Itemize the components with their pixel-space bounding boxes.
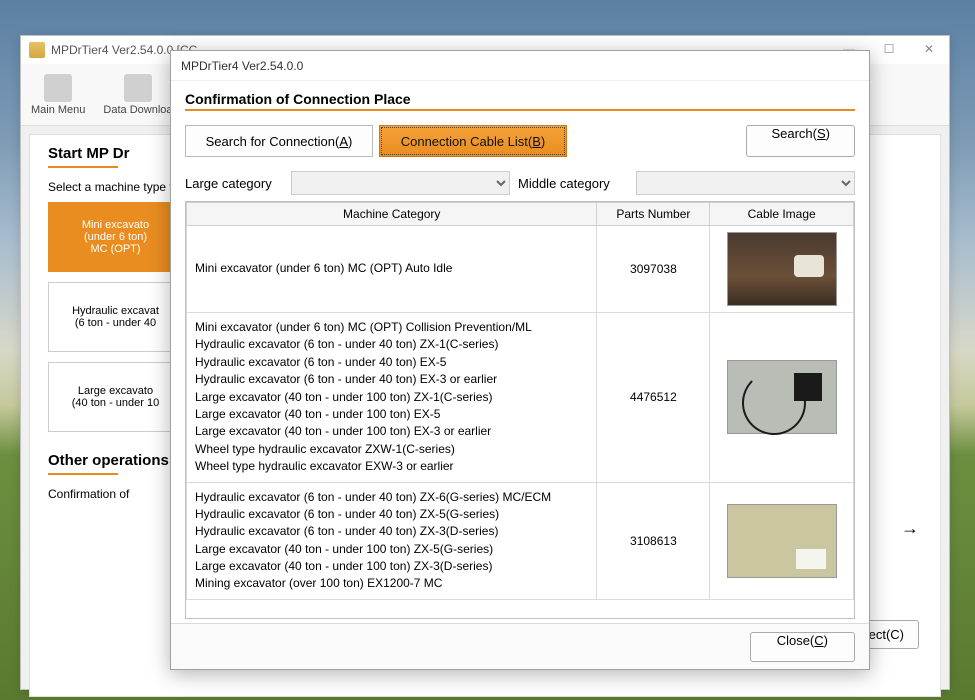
machine-category-line: Hydraulic excavator (6 ton - under 40 to… [195, 354, 588, 371]
cell-parts-number: 3108613 [597, 482, 710, 599]
machine-card-label: Mini excavato (under 6 ton) MC (OPT) [82, 219, 149, 255]
machine-category-list: Mini excavator (under 6 ton) MC (OPT) Au… [195, 260, 588, 277]
machine-category-line: Hydraulic excavator (6 ton - under 40 to… [195, 489, 588, 506]
cable-image-thumbnail[interactable] [727, 232, 837, 306]
cell-cable-image [710, 226, 854, 313]
cell-cable-image [710, 313, 854, 483]
toolbar-data-download-label: Data Downloa [103, 104, 172, 116]
tab-connection-cable-list[interactable]: Connection Cable List(B) [379, 125, 567, 157]
tab-row: Search for Connection(A) Connection Cabl… [185, 125, 855, 157]
table-row[interactable]: Mini excavator (under 6 ton) MC (OPT) Au… [187, 226, 854, 313]
cell-parts-number: 4476512 [597, 313, 710, 483]
tab-search-for-connection[interactable]: Search for Connection(A) [185, 125, 373, 157]
tab-label: Search for Connection(A) [206, 134, 353, 149]
machine-category-line: Hydraulic excavator (6 ton - under 40 to… [195, 506, 588, 523]
machine-category-line: Large excavator (40 ton - under 100 ton)… [195, 406, 588, 423]
toolbar-main-menu-label: Main Menu [31, 104, 85, 116]
machine-category-line: Wheel type hydraulic excavator ZXW-1(C-s… [195, 441, 588, 458]
machine-category-line: Hydraulic excavator (6 ton - under 40 to… [195, 336, 588, 353]
machine-category-list: Mini excavator (under 6 ton) MC (OPT) Co… [195, 319, 588, 476]
machine-card-large-excavator[interactable]: Large excavato (40 ton - under 10 [48, 362, 183, 432]
search-button-label: Search(S) [771, 126, 830, 141]
download-icon [124, 74, 152, 102]
dialog-body: Confirmation of Connection Place Search … [171, 81, 869, 623]
search-button[interactable]: Search(S) [746, 125, 855, 157]
cable-image-thumbnail[interactable] [727, 504, 837, 578]
machine-category-line: Wheel type hydraulic excavator EXW-3 or … [195, 458, 588, 475]
cell-machine-category: Mini excavator (under 6 ton) MC (OPT) Co… [187, 313, 597, 483]
machine-category-line: Hydraulic excavator (6 ton - under 40 to… [195, 371, 588, 388]
machine-category-line: Large excavator (40 ton - under 100 ton)… [195, 389, 588, 406]
heading-underline [48, 473, 118, 475]
maximize-button[interactable]: ☐ [869, 36, 909, 62]
table-row[interactable]: Mini excavator (under 6 ton) MC (OPT) Co… [187, 313, 854, 483]
filter-row: Large category Middle category [185, 171, 855, 195]
col-cable-image[interactable]: Cable Image [710, 203, 854, 226]
cable-table-wrap: Machine Category Parts Number Cable Imag… [185, 201, 855, 619]
machine-category-line: Mini excavator (under 6 ton) MC (OPT) Co… [195, 319, 588, 336]
cell-machine-category: Mini excavator (under 6 ton) MC (OPT) Au… [187, 226, 597, 313]
dialog-titlebar: MPDrTier4 Ver2.54.0.0 [171, 51, 869, 81]
cable-image-thumbnail[interactable] [727, 360, 837, 434]
table-row[interactable]: Hydraulic excavator (6 ton - under 40 to… [187, 482, 854, 599]
cell-parts-number: 3097038 [597, 226, 710, 313]
machine-card-mini-excavator[interactable]: Mini excavato (under 6 ton) MC (OPT) [48, 202, 183, 272]
machine-card-label: Large excavato (40 ton - under 10 [72, 385, 159, 409]
close-button[interactable]: Close(C) [750, 632, 855, 662]
machine-category-line: Large excavator (40 ton - under 100 ton)… [195, 423, 588, 440]
main-menu-icon [44, 74, 72, 102]
large-category-select[interactable] [291, 171, 510, 195]
dialog-footer: Close(C) [171, 623, 869, 669]
col-parts-number[interactable]: Parts Number [597, 203, 710, 226]
machine-category-line: Large excavator (40 ton - under 100 ton)… [195, 541, 588, 558]
machine-card-hydraulic-excavator[interactable]: Hydraulic excavat (6 ton - under 40 [48, 282, 183, 352]
cable-table-scroll[interactable]: Machine Category Parts Number Cable Imag… [186, 202, 854, 618]
heading-underline [48, 166, 118, 168]
cable-table: Machine Category Parts Number Cable Imag… [186, 202, 854, 600]
app-icon [29, 42, 45, 58]
toolbar-main-menu[interactable]: Main Menu [31, 74, 85, 116]
close-button-label: Close(C) [777, 633, 828, 648]
tab-label: Connection Cable List(B) [401, 134, 546, 149]
middle-category-label: Middle category [518, 176, 628, 191]
cell-cable-image [710, 482, 854, 599]
dialog-title: MPDrTier4 Ver2.54.0.0 [181, 59, 303, 73]
machine-category-list: Hydraulic excavator (6 ton - under 40 to… [195, 489, 588, 593]
close-button[interactable]: ✕ [909, 36, 949, 62]
machine-category-line: Mining excavator (over 100 ton) EX1200-7… [195, 575, 588, 592]
dialog-heading: Confirmation of Connection Place [185, 91, 855, 107]
machine-card-label: Hydraulic excavat (6 ton - under 40 [72, 305, 159, 329]
toolbar-data-download[interactable]: Data Downloa [103, 74, 172, 116]
cell-machine-category: Hydraulic excavator (6 ton - under 40 to… [187, 482, 597, 599]
middle-category-select[interactable] [636, 171, 855, 195]
machine-category-line: Hydraulic excavator (6 ton - under 40 to… [195, 523, 588, 540]
machine-category-line: Large excavator (40 ton - under 100 ton)… [195, 558, 588, 575]
machine-category-line: Mini excavator (under 6 ton) MC (OPT) Au… [195, 260, 588, 277]
dialog-heading-underline [185, 109, 855, 111]
connection-place-dialog: MPDrTier4 Ver2.54.0.0 Confirmation of Co… [170, 50, 870, 670]
col-machine-category[interactable]: Machine Category [187, 203, 597, 226]
arrow-right-icon[interactable]: → [901, 518, 919, 539]
large-category-label: Large category [185, 176, 283, 191]
